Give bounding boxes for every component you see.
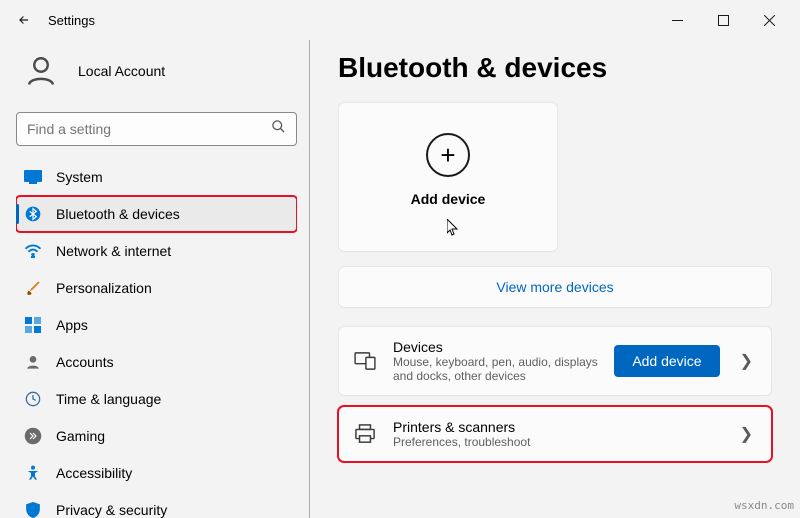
minimize-button[interactable]	[654, 4, 700, 36]
nav-list: System Bluetooth & devices Network & int…	[16, 158, 297, 518]
profile-section[interactable]: Local Account	[16, 40, 297, 112]
nav-label: Accounts	[56, 354, 114, 370]
nav-label: Bluetooth & devices	[56, 206, 180, 222]
devices-subtitle: Mouse, keyboard, pen, audio, displays an…	[393, 355, 598, 383]
gaming-icon	[24, 427, 42, 445]
page-title: Bluetooth & devices	[338, 52, 772, 84]
wifi-icon	[24, 242, 42, 260]
nav-label: Privacy & security	[56, 502, 167, 518]
add-device-label: Add device	[411, 191, 486, 207]
nav-label: Accessibility	[56, 465, 132, 481]
plus-icon: +	[426, 133, 470, 177]
window-controls	[654, 4, 792, 36]
content-area: Bluetooth & devices + Add device View mo…	[310, 40, 800, 518]
maximize-button[interactable]	[700, 4, 746, 36]
nav-item-accounts[interactable]: Accounts	[16, 344, 297, 380]
nav-item-privacy[interactable]: Privacy & security	[16, 492, 297, 518]
add-device-tile[interactable]: + Add device	[338, 102, 558, 252]
printers-row[interactable]: Printers & scanners Preferences, trouble…	[338, 406, 772, 462]
bluetooth-icon	[24, 205, 42, 223]
window-title: Settings	[48, 13, 95, 28]
watermark: wsxdn.com	[734, 499, 794, 512]
nav-item-accessibility[interactable]: Accessibility	[16, 455, 297, 491]
printer-icon	[353, 422, 377, 446]
nav-item-time[interactable]: Time & language	[16, 381, 297, 417]
clock-icon	[24, 390, 42, 408]
nav-item-system[interactable]: System	[16, 159, 297, 195]
nav-label: Network & internet	[56, 243, 171, 259]
devices-title: Devices	[393, 339, 598, 355]
sidebar: Local Account System Bluetooth & devices…	[0, 40, 310, 518]
back-button[interactable]	[8, 4, 40, 36]
chevron-right-icon[interactable]: ❯	[736, 351, 757, 371]
nav-label: System	[56, 169, 103, 185]
person-icon	[24, 353, 42, 371]
nav-item-personalization[interactable]: Personalization	[16, 270, 297, 306]
apps-icon	[24, 316, 42, 334]
add-device-button[interactable]: Add device	[614, 345, 719, 377]
search-input[interactable]	[27, 121, 271, 137]
nav-label: Gaming	[56, 428, 105, 444]
printers-title: Printers & scanners	[393, 419, 720, 435]
titlebar: Settings	[0, 0, 800, 40]
devices-row[interactable]: Devices Mouse, keyboard, pen, audio, dis…	[338, 326, 772, 396]
brush-icon	[24, 279, 42, 297]
avatar-icon	[20, 50, 62, 92]
nav-label: Personalization	[56, 280, 152, 296]
nav-item-apps[interactable]: Apps	[16, 307, 297, 343]
nav-item-network[interactable]: Network & internet	[16, 233, 297, 269]
nav-item-bluetooth[interactable]: Bluetooth & devices	[16, 196, 297, 232]
devices-text: Devices Mouse, keyboard, pen, audio, dis…	[393, 339, 598, 383]
accessibility-icon	[24, 464, 42, 482]
chevron-right-icon[interactable]: ❯	[736, 424, 757, 444]
printers-subtitle: Preferences, troubleshoot	[393, 435, 720, 449]
system-icon	[24, 168, 42, 186]
close-button[interactable]	[746, 4, 792, 36]
username-label: Local Account	[78, 63, 165, 79]
nav-label: Time & language	[56, 391, 161, 407]
nav-item-gaming[interactable]: Gaming	[16, 418, 297, 454]
view-more-devices-link[interactable]: View more devices	[338, 266, 772, 308]
printers-text: Printers & scanners Preferences, trouble…	[393, 419, 720, 449]
nav-label: Apps	[56, 317, 88, 333]
devices-icon	[353, 349, 377, 373]
search-icon	[271, 119, 286, 139]
cursor-icon	[447, 219, 461, 237]
search-box[interactable]	[16, 112, 297, 146]
shield-icon	[24, 501, 42, 518]
